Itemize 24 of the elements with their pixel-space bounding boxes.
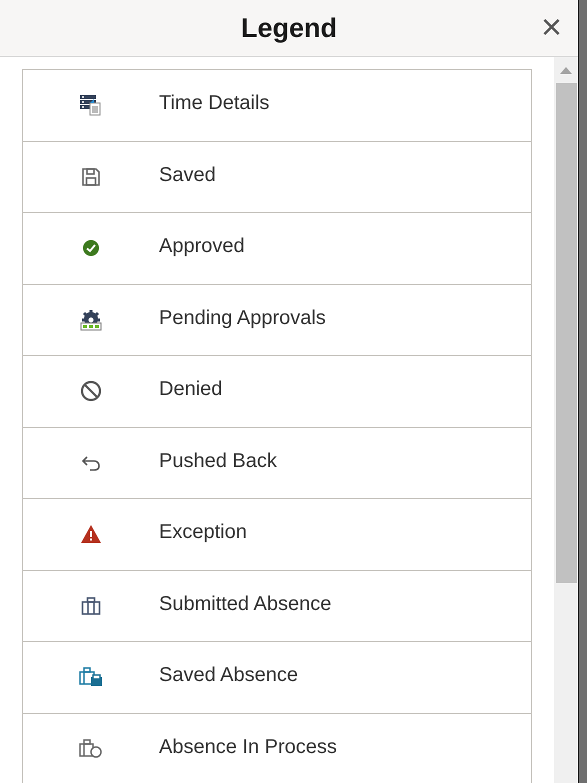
legend-label: Time Details <box>159 91 270 116</box>
warning-triangle-icon <box>81 525 101 544</box>
briefcase-clock-icon <box>79 738 103 759</box>
scrollbar-thumb[interactable] <box>556 83 577 583</box>
legend-label: Saved Absence <box>159 663 298 688</box>
legend-label: Pushed Back <box>159 448 277 474</box>
legend-label: Submitted Absence <box>159 592 332 617</box>
close-button[interactable]: × <box>540 9 562 45</box>
prohibited-icon <box>80 380 102 402</box>
legend-label: Exception <box>159 520 247 546</box>
scrollbar[interactable] <box>554 57 578 783</box>
table-document-icon <box>80 94 102 116</box>
legend-label: Denied <box>159 377 222 402</box>
dialog-title: Legend <box>240 12 337 45</box>
legend-label: Absence In Process <box>159 734 337 760</box>
legend-label: Pending Approvals <box>159 306 326 331</box>
briefcase-icon <box>81 596 101 615</box>
legend-label: Saved <box>159 162 216 188</box>
scroll-up-icon[interactable] <box>560 67 572 74</box>
legend-label: Approved <box>159 234 245 260</box>
checkmark-circle-icon <box>83 240 99 256</box>
briefcase-lock-icon <box>79 667 103 688</box>
return-arrow-icon <box>81 454 101 471</box>
gear-progress-icon <box>80 308 102 331</box>
